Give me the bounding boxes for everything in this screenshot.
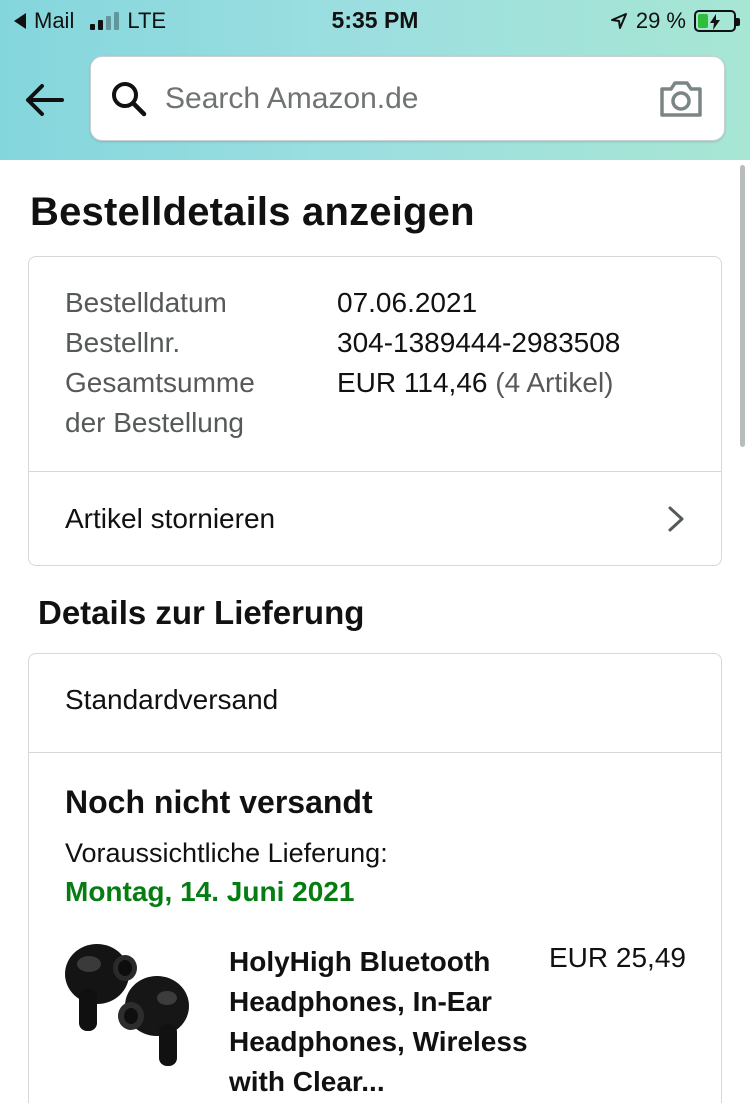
product-title[interactable]: HolyHigh Bluetooth Headphones, In-Ear He… bbox=[229, 942, 529, 1102]
search-input[interactable] bbox=[165, 75, 635, 123]
eta-label: Voraussichtliche Lieferung: bbox=[65, 838, 388, 868]
cancel-items-row[interactable]: Artikel stornieren bbox=[29, 471, 721, 566]
delivery-section-title: Details zur Lieferung bbox=[38, 594, 365, 631]
back-arrow-icon[interactable] bbox=[22, 80, 68, 120]
order-total-value: EUR 114,46 (4 Artikel) bbox=[337, 367, 614, 399]
status-right: 29 % bbox=[610, 8, 740, 34]
location-arrow-icon bbox=[610, 13, 627, 29]
camera-icon[interactable] bbox=[658, 77, 704, 119]
shipping-method: Standardversand bbox=[65, 684, 279, 715]
search-bar[interactable] bbox=[90, 56, 725, 141]
product-image[interactable] bbox=[59, 934, 199, 1069]
order-total-label-line1: Gesamtsumme bbox=[65, 367, 255, 398]
status-bar: Mail LTE 5:35 PM 29 % bbox=[0, 0, 750, 40]
order-date-label: Bestelldatum bbox=[65, 287, 227, 318]
product-price: EUR 25,49 bbox=[549, 942, 686, 973]
cancel-items-label: Artikel stornieren bbox=[65, 503, 276, 534]
order-date-value: 07.06.2021 bbox=[337, 287, 478, 318]
delivery-card: Standardversand Noch nicht versandt Vora… bbox=[28, 653, 722, 1103]
eta-date: Montag, 14. Juni 2021 bbox=[65, 876, 355, 907]
order-number-value: 304-1389444-2983508 bbox=[337, 327, 621, 358]
order-total-amount: EUR 114,46 bbox=[337, 367, 488, 398]
scrollbar[interactable] bbox=[740, 165, 745, 447]
chevron-right-icon bbox=[668, 506, 684, 532]
order-total-label-line2: der Bestellung bbox=[65, 407, 245, 438]
order-summary-card: Bestelldatum 07.06.2021 Bestellnr. 304-1… bbox=[28, 256, 722, 566]
order-item-count: (4 Artikel) bbox=[495, 367, 614, 398]
battery-charging-icon bbox=[694, 10, 740, 32]
page-title: Bestelldetails anzeigen bbox=[30, 190, 475, 234]
battery-percent: 29 % bbox=[635, 8, 686, 33]
search-icon bbox=[112, 82, 147, 117]
divider bbox=[29, 752, 721, 753]
shipment-status: Noch nicht versandt bbox=[65, 784, 373, 820]
order-number-label: Bestellnr. bbox=[65, 327, 181, 358]
